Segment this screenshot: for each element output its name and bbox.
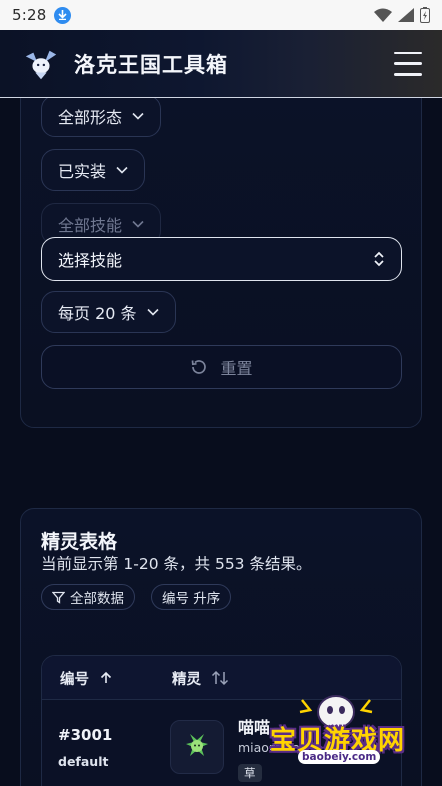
- all-data-tag[interactable]: 全部数据: [41, 584, 135, 610]
- reset-button[interactable]: 重置: [41, 345, 402, 389]
- filter-icon: [52, 591, 65, 604]
- sort-tag-label: 编号 升序: [162, 591, 221, 607]
- sprite-avatar: [170, 720, 224, 774]
- filter-panel: 全部形态 已实装 全部技能 选择技能 每页 20 条 重置: [20, 98, 422, 428]
- implemented-filter-label: 已实装: [58, 162, 107, 181]
- skill-select-label: 选择技能: [58, 251, 123, 270]
- column-header-id[interactable]: 编号: [60, 656, 113, 700]
- watermark-url: baobeiy.com: [298, 750, 381, 764]
- column-header-sprite[interactable]: 精灵: [172, 656, 229, 700]
- signal-icon: [398, 8, 414, 22]
- wifi-icon: [374, 8, 392, 22]
- menu-line: [394, 62, 422, 65]
- form-filter-label: 全部形态: [58, 108, 123, 127]
- main-content: 全部形态 已实装 全部技能 选择技能 每页 20 条 重置 精灵表格 当前显示第…: [0, 98, 442, 786]
- battery-icon: [420, 7, 430, 23]
- app-title: 洛克王国工具箱: [74, 52, 228, 77]
- menu-line: [394, 51, 422, 54]
- page-size-label: 每页 20 条: [58, 304, 137, 323]
- chevron-down-icon: [116, 166, 128, 174]
- sprite-id: #3001: [58, 726, 113, 744]
- sort-ascending-icon: [100, 671, 112, 683]
- app-header: 洛克王国工具箱: [0, 30, 442, 98]
- sprite-image-icon: [186, 734, 208, 756]
- menu-line: [394, 73, 422, 76]
- sprite-form: default: [58, 754, 109, 769]
- refresh-icon: [192, 360, 207, 374]
- chevron-down-icon: [132, 112, 144, 120]
- result-summary: 当前显示第 1-20 条，共 553 条结果。: [41, 555, 312, 573]
- app-logo-icon: [25, 50, 57, 79]
- updown-chevron-icon: [374, 251, 384, 267]
- chevron-down-icon: [146, 308, 159, 316]
- chevron-down-icon: [132, 220, 144, 228]
- skill-select[interactable]: 选择技能: [41, 237, 402, 281]
- status-time: 5:28: [12, 6, 47, 24]
- reset-label: 重置: [220, 359, 253, 378]
- implemented-filter-dropdown[interactable]: 已实装: [41, 149, 146, 191]
- type-badge: 草: [238, 764, 262, 782]
- page-size-dropdown[interactable]: 每页 20 条: [41, 291, 176, 333]
- table-title: 精灵表格: [41, 531, 118, 553]
- form-filter-dropdown[interactable]: 全部形态: [41, 98, 162, 137]
- status-bar: 5:28: [0, 0, 442, 30]
- column-label-sprite: 精灵: [172, 671, 201, 688]
- sort-tag[interactable]: 编号 升序: [151, 584, 232, 610]
- download-icon: [54, 6, 72, 24]
- hamburger-menu-button[interactable]: [394, 51, 422, 76]
- all-data-label: 全部数据: [70, 591, 124, 607]
- sort-both-icon: [211, 670, 229, 686]
- skill-scope-label: 全部技能: [58, 216, 123, 235]
- column-label-id: 编号: [60, 671, 89, 688]
